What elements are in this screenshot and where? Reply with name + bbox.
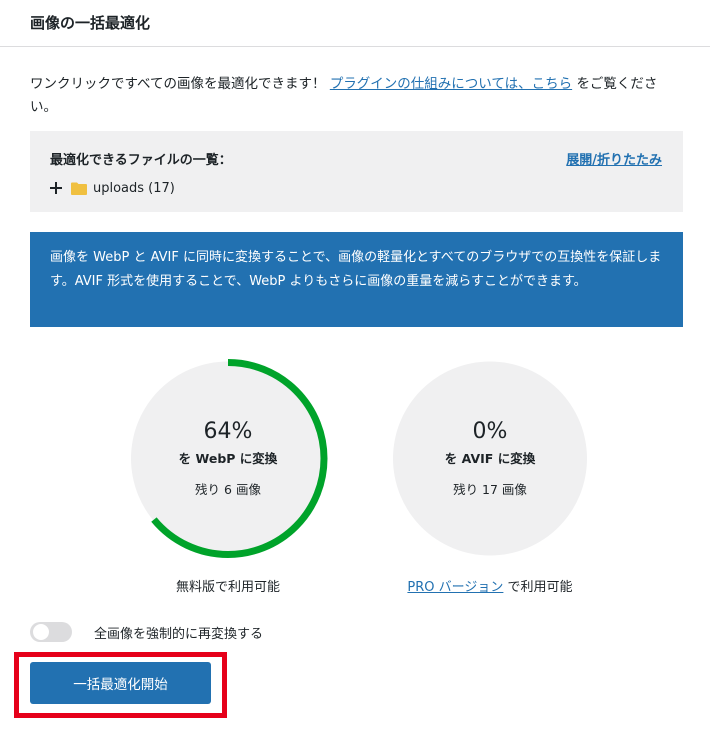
toggle-knob: [33, 624, 49, 640]
page-title: 画像の一括最適化: [30, 14, 151, 32]
webp-caption: 無料版で利用可能: [175, 580, 280, 595]
force-reconvert-toggle[interactable]: [30, 622, 72, 642]
folder-item-uploads[interactable]: uploads (17): [50, 179, 175, 197]
pro-version-link[interactable]: PRO バージョン: [407, 580, 503, 595]
folder-icon: [71, 182, 87, 195]
format-notice: 画像を WebP と AVIF に同時に変換することで、画像の軽量化とすべてのブ…: [30, 232, 683, 327]
plus-icon[interactable]: [50, 182, 62, 194]
force-reconvert-label: 全画像を強制的に再変換する: [94, 626, 264, 642]
folder-name: uploads (17): [93, 180, 175, 196]
avif-caption-after: で利用可能: [507, 580, 573, 595]
page-header: 画像の一括最適化: [0, 0, 710, 47]
expand-collapse-link[interactable]: 展開/折りたたみ: [566, 149, 662, 168]
how-it-works-link[interactable]: プラグインの仕組みについては、こちら: [330, 76, 572, 92]
webp-percent: 64%: [203, 419, 253, 444]
force-reconvert-row: 全画像を強制的に再変換する: [30, 621, 263, 643]
start-bulk-optimization-button[interactable]: 一括最適化開始: [30, 662, 211, 704]
intro-text-before: ワンクリックですべての画像を最適化できます！: [30, 76, 326, 92]
files-list-panel: 最適化できるファイルの一覧： 展開/折りたたみ uploads (17): [30, 131, 683, 212]
avif-remaining: 残り 17 画像: [453, 482, 527, 497]
webp-progress-ring: 64% を WebP に変換 残り 6 画像: [128, 356, 328, 561]
webp-remaining: 残り 6 画像: [195, 482, 261, 497]
files-list-title: 最適化できるファイルの一覧：: [50, 153, 232, 168]
webp-label: を WebP に変換: [178, 451, 278, 466]
avif-percent: 0%: [472, 419, 508, 444]
intro-text: ワンクリックですべての画像を最適化できます！ プラグインの仕組みについては、こち…: [30, 73, 680, 119]
avif-label: を AVIF に変換: [444, 451, 536, 466]
avif-progress-ring: 0% を AVIF に変換 残り 17 画像: [390, 356, 590, 561]
avif-caption: PRO バージョン で利用可能: [360, 576, 620, 595]
